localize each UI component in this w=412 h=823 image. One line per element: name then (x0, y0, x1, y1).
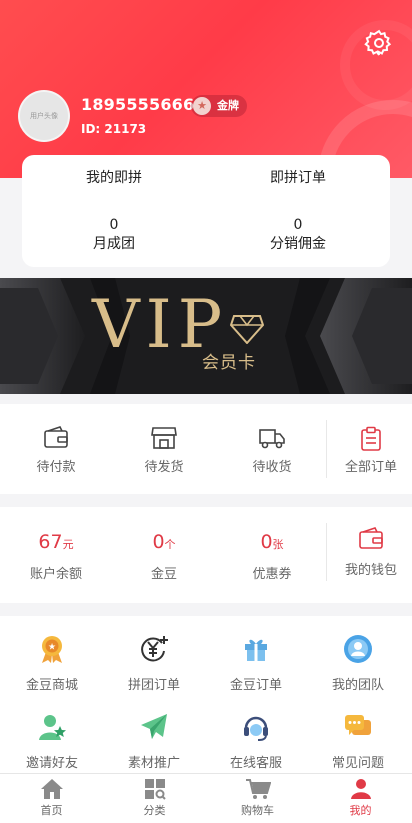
user-id: ID: 21173 (81, 122, 147, 136)
monthly-groups-label: 月成团 (93, 236, 135, 252)
tab-mine-label: 我的 (349, 804, 372, 817)
faq-button[interactable]: 常见问题 (318, 712, 398, 771)
yen-plus-icon (141, 636, 168, 662)
all-orders-label: 全部订单 (344, 460, 397, 475)
services-grid: ★ 金豆商城 拼团订单 金豆订单 我的团队 邀请好友 素材推广 在线客服 常见问… (0, 616, 412, 776)
diamond-icon (230, 315, 264, 344)
svg-text:★: ★ (48, 643, 56, 653)
faq-label: 常见问题 (331, 756, 384, 771)
group-buy-orders-label: 拼团订单 (127, 678, 180, 693)
wallet-red-icon (359, 527, 383, 549)
divider (326, 523, 327, 581)
wallet-section: 67元 账户余额 0个 金豆 0张 优惠券 我的钱包 (0, 507, 412, 603)
invite-friends-label: 邀请好友 (25, 756, 78, 771)
commission-value: 0 (293, 217, 303, 233)
gold-beans[interactable]: 0个 金豆 (124, 531, 204, 582)
gift-icon (245, 639, 267, 661)
coupon-unit: 张 (272, 538, 284, 551)
commission-label: 分销佣金 (270, 236, 326, 252)
invite-friends-button[interactable]: 邀请好友 (12, 712, 92, 771)
shop-icon (151, 427, 177, 449)
bottom-tab-bar: 首页 分类 购物车 我的 (0, 773, 412, 823)
tab-home-label: 首页 (40, 804, 63, 817)
member-level-label: 金牌 (217, 99, 239, 112)
headset-icon (244, 716, 268, 741)
avatar-placeholder-text: 用户头像 (30, 112, 58, 120)
beans-value: 0 (152, 531, 165, 553)
pending-payment-label: 待付款 (36, 460, 76, 475)
tab-cart[interactable]: 购物车 (206, 778, 309, 818)
truck-icon (259, 429, 285, 449)
cart-icon (245, 779, 271, 799)
balance-value: 67 (38, 531, 63, 553)
account-balance[interactable]: 67元 账户余额 (16, 531, 96, 582)
divider (326, 420, 327, 478)
chat-question-icon (345, 715, 371, 735)
paper-plane-icon (141, 714, 167, 739)
monthly-groups-value: 0 (109, 217, 119, 233)
user-icon (350, 779, 371, 799)
medal-icon: ★ (42, 636, 62, 663)
my-wallet-label: 我的钱包 (344, 563, 397, 578)
coupon-label: 优惠券 (252, 567, 292, 582)
monthly-groups-stat[interactable]: 0 月成团 (22, 217, 206, 253)
my-team-button[interactable]: 我的团队 (318, 634, 398, 693)
profile-header: 用户头像 18955556666 ★ 金牌 ID: 21173 (0, 0, 412, 178)
material-promotion-label: 素材推广 (127, 756, 180, 771)
balance-unit: 元 (62, 538, 74, 551)
my-team-label: 我的团队 (331, 678, 384, 693)
wallet-icon (44, 426, 68, 448)
pending-payment-button[interactable]: 待付款 (16, 426, 96, 475)
pending-receipt-label: 待收货 (252, 460, 292, 475)
beans-label: 金豆 (150, 567, 177, 582)
bean-orders-button[interactable]: 金豆订单 (216, 634, 296, 693)
profile-page: { "header": { "avatar_alt": "用户头像", "pho… (0, 0, 412, 823)
coupon-value: 0 (260, 531, 273, 553)
vip-subtitle: 会员卡 (202, 353, 256, 373)
beans-unit: 个 (164, 538, 176, 551)
pending-receipt-button[interactable]: 待收货 (232, 426, 312, 475)
order-status-section: 待付款 待发货 待收货 全部订单 (0, 404, 412, 494)
online-support-button[interactable]: 在线客服 (216, 712, 296, 771)
stats-card: 我的即拼 即拼订单 0 月成团 0 分销佣金 (22, 155, 390, 267)
tab-cart-label: 购物车 (241, 804, 274, 817)
tab-category-label: 分类 (143, 804, 166, 817)
invite-user-icon (39, 715, 66, 740)
tab-mine[interactable]: 我的 (309, 778, 412, 818)
member-level-badge: ★ 金牌 (191, 95, 247, 117)
all-orders-button[interactable]: 全部订单 (334, 426, 408, 475)
online-support-label: 在线客服 (229, 756, 282, 771)
bean-orders-label: 金豆订单 (229, 678, 282, 693)
group-buy-orders-button[interactable]: 拼团订单 (114, 634, 194, 693)
avatar[interactable]: 用户头像 (18, 90, 70, 142)
my-wallet-button[interactable]: 我的钱包 (334, 527, 408, 578)
coupons[interactable]: 0张 优惠券 (232, 531, 312, 582)
user-phone: 18955556666 (81, 95, 206, 114)
my-group-link[interactable]: 我的即拼 (22, 167, 206, 187)
vip-banner[interactable]: VIP 会员卡 (0, 278, 412, 394)
pending-shipment-label: 待发货 (144, 460, 184, 475)
home-icon (40, 779, 63, 799)
settings-gear-icon[interactable] (364, 28, 394, 58)
level-medal-icon: ★ (193, 97, 211, 115)
pending-shipment-button[interactable]: 待发货 (124, 426, 204, 475)
tab-home[interactable]: 首页 (0, 778, 103, 818)
balance-label: 账户余额 (29, 567, 82, 582)
commission-stat[interactable]: 0 分销佣金 (206, 217, 390, 253)
clipboard-icon (361, 426, 381, 451)
group-orders-link[interactable]: 即拼订单 (206, 167, 390, 187)
tab-category[interactable]: 分类 (103, 778, 206, 818)
bean-mall-label: 金豆商城 (25, 678, 78, 693)
material-promotion-button[interactable]: 素材推广 (114, 712, 194, 771)
bean-mall-button[interactable]: ★ 金豆商城 (12, 634, 92, 693)
team-icon (344, 635, 372, 663)
category-icon (144, 779, 166, 800)
